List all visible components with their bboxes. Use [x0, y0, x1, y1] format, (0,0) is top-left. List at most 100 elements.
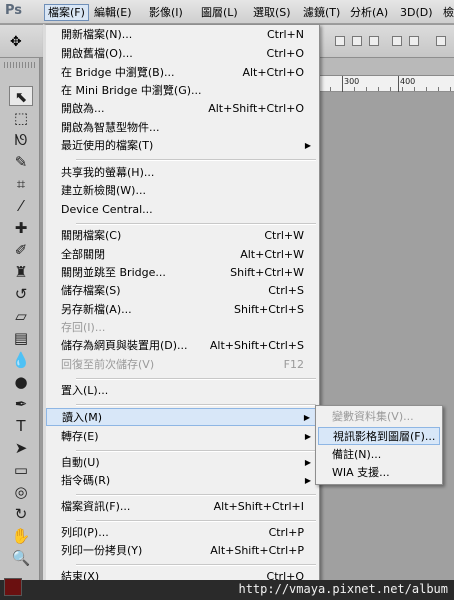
menu-item-shortcut: Alt+Shift+Ctrl+I	[213, 500, 304, 513]
menu-item-export[interactable]: 轉存(E) ▶	[46, 428, 318, 446]
menu-item-label: 開啟為智慧型物件...	[61, 121, 160, 134]
submenu-item-notes[interactable]: 備註(N)...	[318, 446, 440, 464]
menu-item-close-all[interactable]: 全部關閉 Alt+Ctrl+W	[46, 246, 318, 264]
menu-item-shortcut: F12	[283, 358, 304, 371]
menu-item-shortcut: Shift+Ctrl+S	[234, 303, 304, 316]
menu-item-label: 全部關閉	[61, 248, 105, 261]
menu-item-scripts[interactable]: 指令碼(R) ▶	[46, 472, 318, 490]
submenu-item-label: 備註(N)...	[332, 448, 382, 461]
menu-item-print-one-copy[interactable]: 列印一份拷貝(Y) Alt+Shift+Ctrl+P	[46, 542, 318, 560]
menu-item-label: 開新檔案(N)...	[61, 28, 133, 41]
menu-item-import[interactable]: 讀入(M) ▶	[46, 408, 318, 426]
menu-item-create-review[interactable]: 建立新檢閱(W)...	[46, 182, 318, 200]
history-brush-tool-icon[interactable]: ↺	[9, 284, 33, 304]
eraser-tool-icon[interactable]: ▱	[9, 306, 33, 326]
crop-tool-icon[interactable]: ⌗	[9, 174, 33, 194]
lasso-tool-icon[interactable]: ᘚ	[9, 130, 33, 150]
menu-item-share-screen[interactable]: 共享我的螢幕(H)...	[46, 164, 318, 182]
menu-item-shortcut: Alt+Shift+Ctrl+S	[209, 339, 304, 352]
menu-item-browse-mini-bridge[interactable]: 在 Mini Bridge 中瀏覽(G)...	[46, 82, 318, 100]
3d-orbit-tool-icon[interactable]: ↻	[9, 504, 33, 524]
clone-stamp-tool-icon[interactable]: ♜	[9, 262, 33, 282]
gradient-tool-icon[interactable]: ▤	[9, 328, 33, 348]
eyedropper-tool-icon[interactable]: ⁄	[9, 196, 33, 216]
canvas-area[interactable]	[318, 76, 454, 600]
menu-item-shortcut: Ctrl+P	[268, 526, 304, 539]
submenu-item-wia-support[interactable]: WIA 支援...	[318, 464, 440, 482]
align-bottom-icon[interactable]	[369, 36, 379, 46]
panel-grip[interactable]	[4, 62, 36, 68]
menu-item-open-smart-object[interactable]: 開啟為智慧型物件...	[46, 119, 318, 137]
zoom-tool-icon[interactable]: 🔍	[9, 548, 33, 568]
menu-item-label: Device Central...	[61, 203, 153, 216]
menu-analysis[interactable]: 分析(A)	[347, 4, 391, 21]
menu-item-label: 存回(I)...	[61, 321, 106, 334]
menu-item-print[interactable]: 列印(P)... Ctrl+P	[46, 524, 318, 542]
menu-item-save-as[interactable]: 另存新檔(A)... Shift+Ctrl+S	[46, 301, 318, 319]
menu-item-recent-files[interactable]: 最近使用的檔案(T) ▶	[46, 137, 318, 155]
menu-layer[interactable]: 圖層(L)	[198, 4, 241, 21]
menu-item-save-for-web[interactable]: 儲存為網頁與裝置用(D)... Alt+Shift+Ctrl+S	[46, 337, 318, 355]
menu-item-close[interactable]: 關閉檔案(C) Ctrl+W	[46, 227, 318, 245]
dodge-tool-icon[interactable]: ●	[9, 372, 33, 392]
distribute-top-icon[interactable]	[392, 36, 402, 46]
menu-item-label: 列印一份拷貝(Y)	[61, 544, 143, 557]
submenu-item-label: 變數資料集(V)...	[332, 410, 414, 423]
marquee-tool-icon[interactable]: ⬚	[9, 108, 33, 128]
menu-view[interactable]: 檢	[440, 4, 454, 21]
move-tool-icon[interactable]: ⬉	[9, 86, 33, 106]
type-tool-icon[interactable]: T	[9, 416, 33, 436]
menu-item-file-info[interactable]: 檔案資訊(F)... Alt+Shift+Ctrl+I	[46, 498, 318, 516]
menu-item-automate[interactable]: 自動(U) ▶	[46, 454, 318, 472]
menu-filter[interactable]: 濾鏡(T)	[300, 4, 343, 21]
submenu-arrow-icon: ▶	[304, 141, 311, 150]
menu-item-browse-bridge[interactable]: 在 Bridge 中瀏覽(B)... Alt+Ctrl+O	[46, 64, 318, 82]
menu-3d[interactable]: 3D(D)	[397, 4, 436, 21]
pen-tool-icon[interactable]: ✒	[9, 394, 33, 414]
submenu-arrow-icon: ▶	[303, 413, 310, 422]
3d-rotate-tool-icon[interactable]: ◎	[9, 482, 33, 502]
menu-item-place[interactable]: 置入(L)...	[46, 382, 318, 400]
menu-item-open-as[interactable]: 開啟為... Alt+Shift+Ctrl+O	[46, 100, 318, 118]
align-vcenter-icon[interactable]	[352, 36, 362, 46]
path-select-tool-icon[interactable]: ➤	[9, 438, 33, 458]
submenu-arrow-icon: ▶	[304, 476, 311, 485]
distribute-bottom-icon[interactable]	[436, 36, 446, 46]
menu-item-shortcut: Alt+Ctrl+O	[242, 66, 304, 79]
menu-item-label: 在 Mini Bridge 中瀏覽(G)...	[61, 84, 202, 97]
menu-item-save[interactable]: 儲存檔案(S) Ctrl+S	[46, 282, 318, 300]
submenu-item-video-frames-to-layers[interactable]: 視訊影格到圖層(F)...	[318, 427, 440, 445]
file-menu-dropdown: 開新檔案(N)... Ctrl+N 開啟舊檔(O)... Ctrl+O 在 Brid…	[43, 24, 320, 600]
menu-separator	[76, 378, 316, 380]
foreground-color-swatch[interactable]	[4, 578, 22, 596]
menu-item-open[interactable]: 開啟舊檔(O)... Ctrl+O	[46, 45, 318, 63]
menu-image[interactable]: 影像(I)	[146, 4, 186, 21]
distribute-center-icon[interactable]	[409, 36, 419, 46]
blur-tool-icon[interactable]: 💧	[9, 350, 33, 370]
move-tool-icon[interactable]: ✥	[10, 33, 28, 51]
menu-item-label: 最近使用的檔案(T)	[61, 139, 154, 152]
menu-item-new[interactable]: 開新檔案(N)... Ctrl+N	[46, 26, 318, 44]
menu-separator	[76, 404, 316, 406]
menu-item-shortcut: Ctrl+W	[264, 229, 304, 242]
align-top-icon[interactable]	[335, 36, 345, 46]
quick-select-tool-icon[interactable]: ✎	[9, 152, 33, 172]
menu-item-close-go-bridge[interactable]: 關閉並跳至 Bridge... Shift+Ctrl+W	[46, 264, 318, 282]
menu-item-label: 儲存為網頁與裝置用(D)...	[61, 339, 188, 352]
menu-select[interactable]: 選取(S)	[250, 4, 294, 21]
submenu-arrow-icon: ▶	[304, 458, 311, 467]
menu-item-label: 置入(L)...	[61, 384, 109, 397]
submenu-item-label: 視訊影格到圖層(F)...	[333, 430, 436, 443]
hand-tool-icon[interactable]: ✋	[9, 526, 33, 546]
brush-tool-icon[interactable]: ✐	[9, 240, 33, 260]
healing-brush-tool-icon[interactable]: ✚	[9, 218, 33, 238]
menu-item-label: 共享我的螢幕(H)...	[61, 166, 155, 179]
shape-tool-icon[interactable]: ▭	[9, 460, 33, 480]
menu-item-shortcut: Alt+Ctrl+W	[240, 248, 304, 261]
menu-item-device-central[interactable]: Device Central...	[46, 201, 318, 219]
ruler-label: 300	[344, 77, 360, 86]
menu-file[interactable]: 檔案(F)	[44, 4, 89, 21]
menu-separator	[76, 450, 316, 452]
menu-item-label: 在 Bridge 中瀏覽(B)...	[61, 66, 175, 79]
menu-edit[interactable]: 編輯(E)	[91, 4, 135, 21]
